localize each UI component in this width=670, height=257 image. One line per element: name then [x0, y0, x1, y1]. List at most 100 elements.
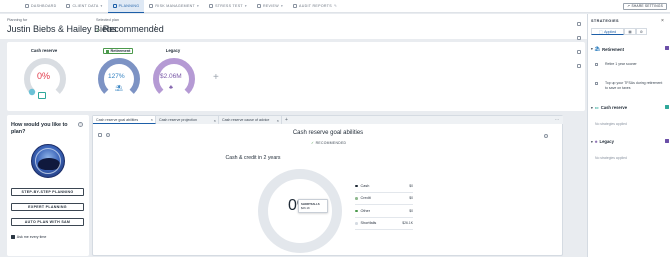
- step-by-step-button[interactable]: STEP-BY-STEP PLANNING: [11, 188, 84, 196]
- beach-chair-icon: ⛱: [594, 46, 601, 51]
- nav-risk-management[interactable]: RISK MANAGEMENT ▾: [144, 0, 204, 13]
- check-icon: ✓: [311, 141, 315, 145]
- nav-audit-reports[interactable]: AUDIT REPORTS ✎: [288, 0, 342, 13]
- chart-icon[interactable]: [577, 64, 581, 68]
- ask-every-time-checkbox[interactable]: Ask me every time: [11, 235, 46, 239]
- no-strategies-text: No strategies applied: [595, 122, 627, 126]
- legend-swatch: [355, 209, 358, 212]
- checkbox-checked-icon[interactable]: [11, 235, 15, 239]
- caret-down-icon: ▾: [591, 47, 593, 51]
- legend-value: $0: [409, 183, 413, 188]
- chevron-down-icon: ▾: [100, 4, 103, 8]
- dashboard-icon: [25, 4, 29, 8]
- option-label: Retire 1 year sooner: [605, 62, 637, 66]
- more-options-icon[interactable]: ⋯: [555, 117, 559, 122]
- close-icon[interactable]: ×: [277, 118, 279, 123]
- nav-dashboard[interactable]: DASHBOARD: [20, 0, 61, 13]
- globe-ring: [35, 148, 61, 174]
- group-name: Cash reserve: [600, 105, 628, 110]
- legend-item: Other $0: [355, 205, 413, 218]
- top-navigation: DASHBOARD CLIENT DATA ▾ PLANNING RISK MA…: [0, 0, 670, 13]
- no-strategies-text: No strategies applied: [595, 156, 627, 160]
- umbrella-icon: [149, 4, 154, 8]
- option-label: Top up your TFSAs during retirement to s…: [605, 81, 663, 90]
- legend-swatch: [355, 184, 358, 187]
- nav-label: AUDIT REPORTS: [299, 4, 332, 8]
- tab-settings[interactable]: ⚙: [635, 28, 647, 35]
- auto-plan-button[interactable]: AUTO PLAN WITH SAM: [11, 218, 84, 226]
- tab-applied[interactable]: ⬚ Applied: [591, 28, 625, 35]
- goal-title: Cash reserve goal abilities: [292, 130, 364, 136]
- nav-planning[interactable]: PLANNING: [107, 0, 145, 13]
- chevron-down-icon: ▾: [280, 4, 284, 8]
- recommended-text: RECOMMENDED: [315, 141, 347, 145]
- close-panel-button[interactable]: ×: [661, 18, 664, 24]
- nav-stress-test[interactable]: STRESS TEST ▾: [204, 0, 252, 13]
- tab-label: Cash reserve cause of advice: [222, 118, 270, 122]
- nav-label: RISK MANAGEMENT: [155, 4, 196, 8]
- group-name: Retirement: [602, 46, 624, 52]
- add-goal-button[interactable]: +: [213, 72, 219, 83]
- strategy-group-cash-reserve[interactable]: ▾ ▭ Cash reserve: [591, 105, 627, 110]
- edit-icon[interactable]: ✎: [334, 4, 337, 8]
- share-settings-button[interactable]: ↗ SHARE SETTINGS: [622, 3, 667, 10]
- strategy-group-legacy[interactable]: ▾ ♣ Legacy: [591, 139, 614, 144]
- tab-label: Applied: [604, 29, 617, 34]
- nav-label: CLIENT DATA: [72, 4, 99, 8]
- checkbox[interactable]: [595, 63, 598, 66]
- checkbox[interactable]: [595, 82, 598, 85]
- legend-label: Credit: [360, 196, 371, 201]
- tab-projection[interactable]: Cash reserve projection ×: [156, 116, 219, 124]
- strategies-panel: STRATEGIES × ⬚ Applied ▦ ⚙ ▾ ⛱ Retiremen…: [587, 14, 670, 257]
- target-icon[interactable]: [577, 36, 581, 40]
- tab-label: Cash reserve projection: [159, 118, 197, 122]
- planning-icon: [112, 3, 117, 8]
- globe-illustration: [31, 144, 65, 178]
- tab-grid[interactable]: ▦: [624, 28, 636, 35]
- legend-item: Shortfalls $26.1K: [355, 218, 413, 230]
- plan-question: How would you like to plan?: [11, 122, 68, 135]
- close-icon[interactable]: ×: [214, 118, 216, 123]
- nav-label: STRESS TEST: [215, 4, 243, 8]
- caret-down-icon: ▾: [591, 139, 593, 144]
- add-tab-button[interactable]: +: [282, 116, 291, 124]
- legend-label: Shortfalls: [360, 221, 377, 226]
- beach-chair-icon: ⛱: [115, 86, 123, 92]
- cash-icon: ▭: [594, 105, 599, 110]
- people-icon: [66, 4, 71, 8]
- grid-icon: ▦: [628, 29, 632, 34]
- lightbulb-icon[interactable]: [577, 22, 581, 26]
- tab-goal-abilities[interactable]: Cash reserve goal abilities ×: [93, 116, 156, 124]
- group-color-marker: [665, 139, 669, 143]
- family-icon: ♣: [169, 85, 173, 91]
- ask-label: Ask me every time: [16, 235, 47, 239]
- expert-planning-button[interactable]: EXPERT PLANNING: [11, 203, 84, 211]
- strategies-title: STRATEGIES: [591, 19, 619, 23]
- legend-item: Credit $0: [355, 193, 413, 205]
- legacy-title: Legacy: [165, 48, 181, 53]
- caret-down-icon: ▾: [591, 105, 593, 110]
- legend-swatch: [355, 197, 358, 200]
- share-icon: ↗: [626, 4, 630, 9]
- retirement-badge: Retirement: [103, 48, 134, 54]
- legend-value: $26.1K: [402, 221, 413, 226]
- goal-tabs: Cash reserve goal abilities × Cash reser…: [93, 116, 563, 124]
- legend-label: Cash: [360, 183, 370, 188]
- cash-reserve-value: 0%: [37, 71, 51, 81]
- group-color-marker: [665, 105, 669, 109]
- help-icon[interactable]: ?: [78, 122, 83, 127]
- plan-menu-button[interactable]: ⋮: [152, 23, 159, 31]
- nav-client-data[interactable]: CLIENT DATA ▾: [61, 0, 107, 13]
- recommended-label: ✓ RECOMMENDED: [311, 141, 346, 145]
- document-icon[interactable]: [577, 50, 581, 54]
- strategy-group-retirement[interactable]: ▾ ⛱ Retirement: [591, 46, 624, 52]
- chevron-down-icon: ▾: [244, 4, 247, 8]
- tab-cause-of-advice[interactable]: Cash reserve cause of advice ×: [219, 116, 282, 124]
- legend-swatch: [355, 222, 358, 225]
- close-icon[interactable]: ×: [151, 117, 153, 122]
- tooltip-value: $26.1K: [301, 206, 310, 210]
- goal-detail-panel: Cash reserve goal abilities × Cash reser…: [92, 115, 563, 256]
- nav-review[interactable]: REVIEW ▾: [252, 0, 288, 13]
- section-title: Cash & credit in 2 years: [225, 155, 281, 161]
- donut-legend: Cash $0 Credit $0 Other $0 Shortfalls $2…: [355, 180, 413, 230]
